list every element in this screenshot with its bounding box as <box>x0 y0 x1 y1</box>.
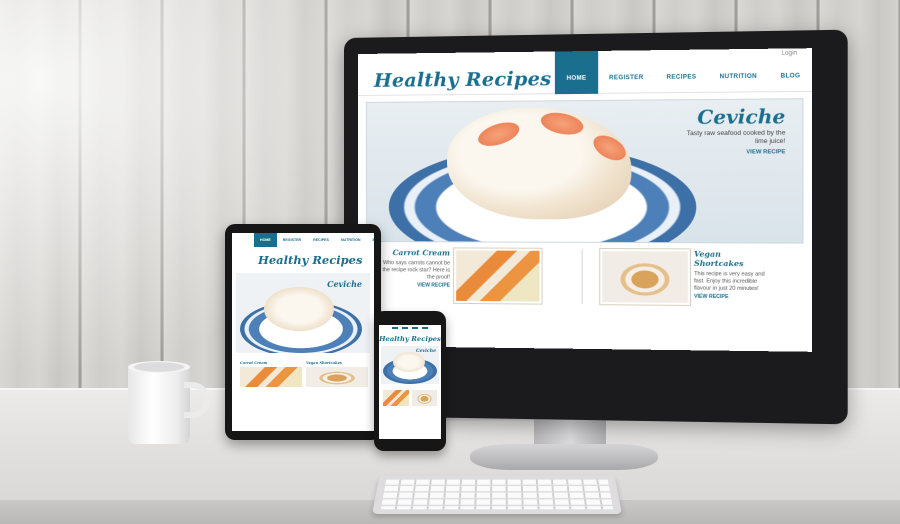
slider-dots <box>508 231 578 235</box>
mug-rim <box>128 361 190 373</box>
keyboard <box>372 475 622 514</box>
tablet-nav: HOME REGISTER RECIPES NUTRITION BLOG <box>232 233 374 247</box>
phone-hero[interactable]: Ceviche <box>381 346 439 384</box>
tablet-card-title: Vegan Shortcakes <box>306 361 368 365</box>
site-header: Healthy Recipes HOME REGISTER RECIPES NU… <box>358 61 812 96</box>
carrot-photo[interactable] <box>454 248 541 303</box>
slider-dot-icon[interactable] <box>524 231 528 235</box>
phone-shortcake-photo[interactable] <box>412 390 438 406</box>
tablet-nav-blog[interactable]: BLOG <box>367 233 374 247</box>
nav-recipes[interactable]: RECIPES <box>655 61 708 92</box>
phone-cards <box>379 384 441 406</box>
tablet-nav-home[interactable]: HOME <box>254 233 277 247</box>
coffee-mug <box>128 366 190 444</box>
tablet-nav-recipes[interactable]: RECIPES <box>307 233 335 247</box>
hero-subtitle: Tasty raw seafood cooked by the lime jui… <box>684 129 786 146</box>
slider-dot-icon[interactable] <box>573 232 577 236</box>
card-title: Vegan Shortcakes <box>694 249 772 268</box>
slider-dot-icon[interactable] <box>549 232 553 236</box>
phone-food <box>393 352 425 372</box>
phone-nav-item[interactable] <box>402 327 408 329</box>
hero-title: Ceviche <box>684 106 786 129</box>
slider-dot-icon[interactable] <box>557 232 561 236</box>
nav-home[interactable]: HOME <box>555 50 597 93</box>
nav-blog[interactable]: BLOG <box>769 60 812 92</box>
hero-slider[interactable]: Ceviche Tasty raw seafood cooked by the … <box>366 98 804 243</box>
slider-dot-icon[interactable] <box>508 231 512 235</box>
site-logo[interactable]: Healthy Recipes <box>374 67 551 91</box>
hero-view-recipe-link[interactable]: VIEW RECIPE <box>684 149 786 156</box>
card-description: This recipe is very easy and fast. Enjoy… <box>694 271 772 292</box>
phone-website: Healthy Recipes Ceviche <box>379 325 441 439</box>
phone-nav-item[interactable] <box>422 327 428 329</box>
tablet-card-carrot[interactable]: Carrot Cream <box>240 361 302 387</box>
phone-nav <box>379 325 441 331</box>
recipe-card-shortcakes[interactable]: Vegan Shortcakes This recipe is very eas… <box>600 249 801 306</box>
card-text: Carrot Cream Who says carrots cannot be … <box>376 248 450 303</box>
card-view-recipe-link[interactable]: VIEW RECIPE <box>376 282 450 289</box>
tablet-card-shortcakes[interactable]: Vegan Shortcakes <box>306 361 368 387</box>
card-view-recipe-link[interactable]: VIEW RECIPE <box>694 294 772 301</box>
nav-register[interactable]: REGISTER <box>598 62 655 93</box>
card-title: Carrot Cream <box>376 248 450 257</box>
tablet-food <box>264 287 334 331</box>
tablet-shortcake-photo <box>306 367 368 387</box>
nav-nutrition[interactable]: NUTRITION <box>708 61 769 93</box>
tablet-hero-title: Ceviche <box>327 279 362 289</box>
desktop-website: Login Healthy Recipes HOME REGISTER RECI… <box>358 48 812 352</box>
slider-dot-icon[interactable] <box>565 232 569 236</box>
tablet-hero[interactable]: Ceviche <box>236 273 370 353</box>
phone-logo[interactable]: Healthy Recipes <box>379 335 441 343</box>
slider-dot-icon[interactable] <box>516 231 520 235</box>
phone-nav-item[interactable] <box>412 327 418 329</box>
slider-dot-icon[interactable] <box>541 231 545 235</box>
tablet-card-title: Carrot Cream <box>240 361 302 365</box>
card-description: Who says carrots cannot be the recipe ro… <box>376 260 450 281</box>
phone-nav-item[interactable] <box>392 327 398 329</box>
hero-caption: Ceviche Tasty raw seafood cooked by the … <box>684 106 786 156</box>
recipe-cards: Carrot Cream Who says carrots cannot be … <box>358 242 812 306</box>
tablet-nav-nutrition[interactable]: NUTRITION <box>335 233 367 247</box>
hero-food <box>447 107 631 220</box>
recipe-card-carrot[interactable]: Carrot Cream Who says carrots cannot be … <box>376 248 570 304</box>
card-divider <box>582 249 592 304</box>
phone-carrot-photo[interactable] <box>383 390 409 406</box>
card-text: Vegan Shortcakes This recipe is very eas… <box>694 249 772 305</box>
tablet-website: HOME REGISTER RECIPES NUTRITION BLOG Hea… <box>232 233 374 431</box>
phone-hero-title: Ceviche <box>416 349 436 354</box>
keyboard-keys <box>381 480 613 510</box>
tablet-carrot-photo <box>240 367 302 387</box>
slider-dot-icon[interactable] <box>532 231 536 235</box>
tablet-cards: Carrot Cream Vegan Shortcakes <box>232 353 374 387</box>
monitor-stand-base <box>470 444 658 470</box>
tablet-logo[interactable]: Healthy Recipes <box>232 247 374 267</box>
main-nav: HOME REGISTER RECIPES NUTRITION BLOG <box>555 60 812 94</box>
tablet-nav-register[interactable]: REGISTER <box>277 233 307 247</box>
shortcake-photo[interactable] <box>600 249 690 305</box>
